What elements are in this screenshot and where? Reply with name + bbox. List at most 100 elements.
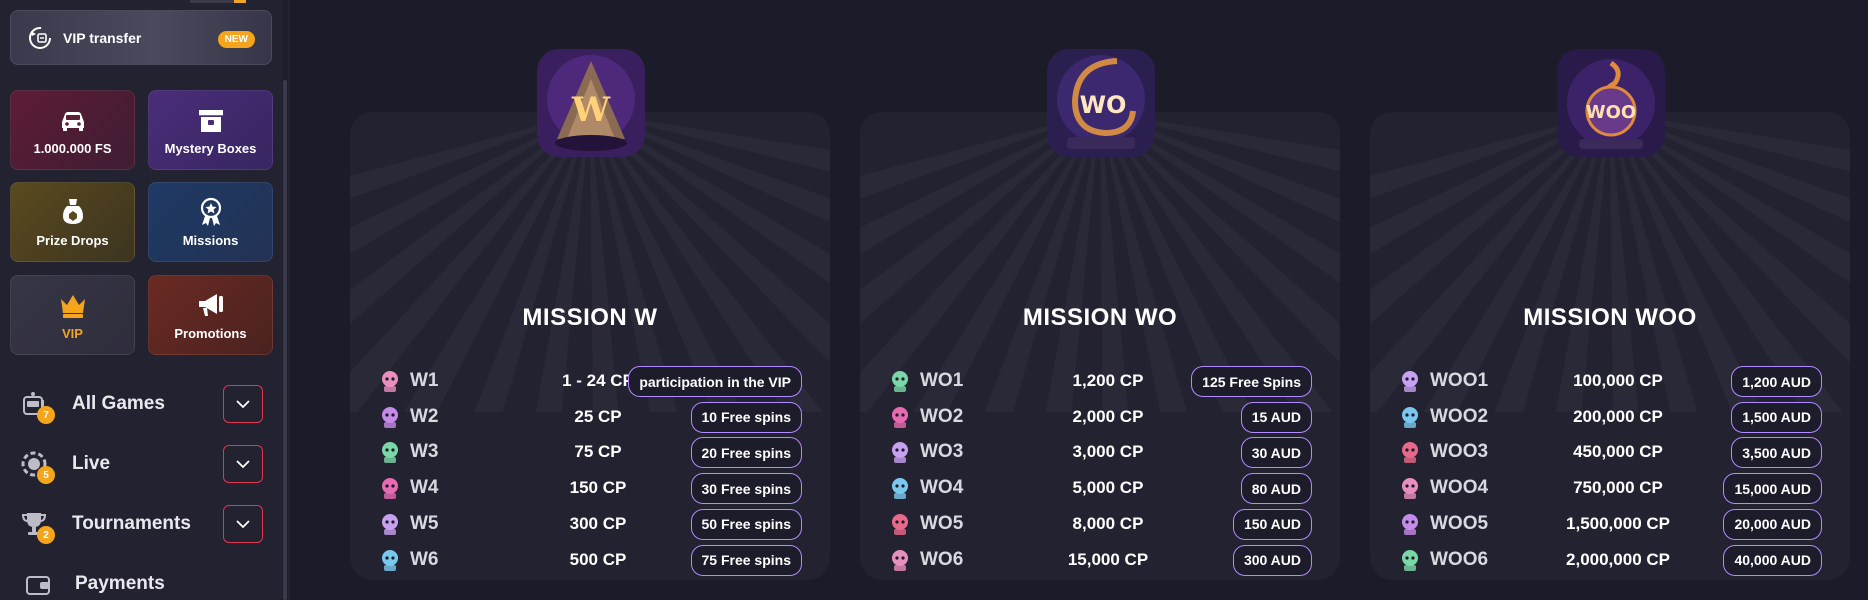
cp-requirement: 75 CP <box>574 442 622 462</box>
reward-badge: 30 Free spins <box>690 473 802 505</box>
reward-badge: 15,000 AUD <box>1723 473 1822 505</box>
mission-row: WOO6 2,000,000 CP 40,000 AUD <box>1398 543 1822 577</box>
emblem-text: WOO <box>1586 102 1636 123</box>
tile-label: Mystery Boxes <box>164 140 257 156</box>
level-label: WOO3 <box>1430 441 1489 463</box>
nav-all-games[interactable]: 7 All Games <box>0 382 280 426</box>
level-avatar-icon <box>382 371 398 392</box>
cp-requirement: 2,000 CP <box>1072 406 1144 426</box>
level-label: WOO6 <box>1430 548 1489 570</box>
nav-label: All Games <box>72 393 165 414</box>
level-label: W5 <box>410 512 439 534</box>
reward-badge: 10 Free spins <box>690 401 802 433</box>
level-label: WO1 <box>920 370 964 391</box>
level-label: W2 <box>410 405 439 427</box>
mission-row: WO1 1,200 CP 125 Free Spins <box>888 364 1312 398</box>
chevron-down-icon <box>236 399 250 408</box>
tile-label: VIP <box>62 325 83 341</box>
sidebar: VIP transfer NEW 1.000.000 FS Mystery Bo… <box>0 0 290 600</box>
vip-transfer-button[interactable]: VIP transfer NEW <box>10 10 272 65</box>
tile-free-spins[interactable]: 1.000.000 FS <box>10 90 135 170</box>
mission-row: WO4 5,000 CP 80 AUD <box>888 471 1312 505</box>
new-badge: NEW <box>217 31 255 48</box>
tile-vip[interactable]: VIP <box>10 275 135 355</box>
level-label: WO6 <box>920 548 964 570</box>
level-avatar-icon <box>382 513 398 535</box>
mission-w-emblem: W <box>537 49 645 157</box>
nav-label: Tournaments <box>72 513 191 534</box>
mission-row: WOO4 750,000 CP 15,000 AUD <box>1398 471 1822 505</box>
mission-row: W2 25 CP 10 Free spins <box>378 400 802 434</box>
level-label: W4 <box>410 477 439 499</box>
level-avatar-icon <box>382 406 398 428</box>
nav-label: Live <box>72 453 111 474</box>
mission-row: WO6 15,000 CP 300 AUD <box>888 543 1312 577</box>
sidebar-scrollbar-thumb[interactable] <box>283 80 287 600</box>
count-badge: 5 <box>37 466 55 484</box>
level-label: W3 <box>410 441 439 463</box>
cp-requirement: 300 CP <box>569 513 627 533</box>
level-avatar-icon <box>892 371 908 392</box>
mission-row: WOO75,000,000 CPPorsche 911 <box>1398 578 1822 580</box>
cp-requirement: 8,000 CP <box>1072 513 1144 533</box>
cp-requirement: 750,000 CP <box>1573 478 1663 498</box>
reward-badge: 40,000 AUD <box>1723 544 1822 576</box>
wallet-icon <box>26 576 50 595</box>
reward-badge: 125 Free Spins <box>1191 366 1312 397</box>
mission-row: WOO3 450,000 CP 3,500 AUD <box>1398 435 1822 469</box>
cp-requirement: 200,000 CP <box>1573 406 1663 426</box>
chevron-down-icon <box>236 459 250 468</box>
expand-button[interactable] <box>223 505 263 543</box>
nav-tournaments[interactable]: 2 Tournaments <box>0 502 280 546</box>
top-strip <box>190 0 234 3</box>
drop-icon <box>62 198 83 224</box>
level-label: WO2 <box>920 405 964 427</box>
mission-row: W6 500 CP 75 Free spins <box>378 543 802 577</box>
cp-requirement: 150 CP <box>569 478 627 498</box>
cp-requirement: 500 CP <box>569 549 627 569</box>
mission-row: WOO2 200,000 CP 1,500 AUD <box>1398 400 1822 434</box>
vip-transfer-label: VIP transfer <box>63 29 142 46</box>
mission-row: WOO1 100,000 CP 1,200 AUD <box>1398 364 1822 398</box>
level-label: WO4 <box>920 477 964 499</box>
level-avatar-icon <box>1402 406 1418 428</box>
mission-card-w: MISSION W W1 1 - 24 CP participation in th… <box>350 112 830 580</box>
nav-live[interactable]: 5 Live <box>0 442 280 486</box>
expand-button[interactable] <box>223 445 263 483</box>
mission-card-woo: MISSION WOO WOO1 100,000 CP 1,200 AUD WOO2 2… <box>1370 112 1850 580</box>
reward-badge: 15 AUD <box>1240 401 1312 433</box>
cp-requirement: 5,000 CP <box>1072 478 1144 498</box>
nav-payments[interactable]: Payments <box>0 562 280 600</box>
cp-requirement: 3,000 CP <box>1072 442 1144 462</box>
tile-promotions[interactable]: Promotions <box>148 275 273 355</box>
tile-label: Prize Drops <box>36 232 109 248</box>
medal-icon <box>200 197 221 226</box>
level-avatar-icon <box>382 442 398 464</box>
level-label: WOO4 <box>1430 477 1489 499</box>
level-avatar-icon <box>1402 478 1418 500</box>
reward-badge: 1,200 AUD <box>1731 366 1822 397</box>
reward-badge: 1,500 AUD <box>1731 401 1822 433</box>
expand-button[interactable] <box>223 385 263 423</box>
mission-card-wo: MISSION WO WO1 1,200 CP 125 Free Spins WO2 2… <box>860 112 1340 580</box>
tile-prize-drops[interactable]: Prize Drops <box>10 182 135 262</box>
mission-row: W3 75 CP 20 Free spins <box>378 435 802 469</box>
tile-missions[interactable]: Missions <box>148 182 273 262</box>
level-avatar-icon <box>892 478 908 500</box>
count-badge: 2 <box>37 526 55 544</box>
mission-row: W7800 CP100 Free spins <box>378 578 802 580</box>
level-label: WO5 <box>920 512 964 534</box>
tile-label: Promotions <box>174 325 247 341</box>
reward-badge: participation in the VIP <box>628 366 802 397</box>
mission-row: WO2 2,000 CP 15 AUD <box>888 400 1312 434</box>
level-label: W1 <box>410 370 439 391</box>
reward-badge: 50 Free spins <box>690 508 802 540</box>
reward-badge: 75 Free spins <box>690 544 802 576</box>
box-icon <box>198 109 223 132</box>
nav-label: Payments <box>75 573 165 594</box>
mission-row: W4 150 CP 30 Free spins <box>378 471 802 505</box>
cp-requirement: 1,500,000 CP <box>1566 513 1670 533</box>
tile-mystery-boxes[interactable]: Mystery Boxes <box>148 90 273 170</box>
level-avatar-icon <box>382 549 398 571</box>
mission-row: WO750,000 CP800 AUD <box>888 578 1312 580</box>
